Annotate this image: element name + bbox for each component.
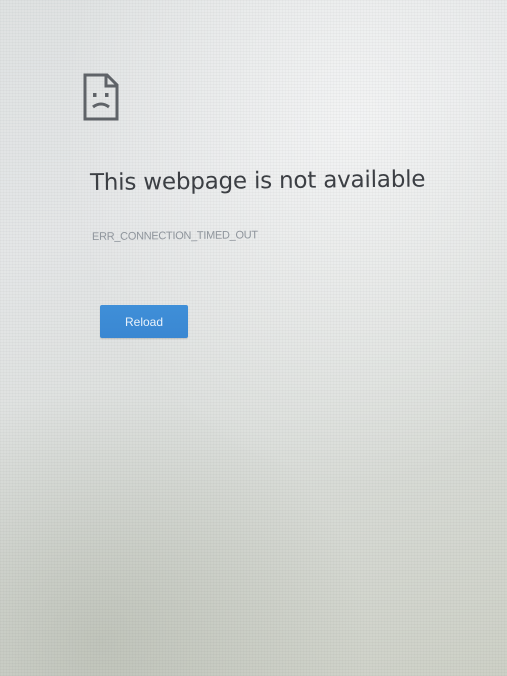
error-title: This webpage is not available bbox=[89, 166, 426, 196]
reload-button[interactable]: Reload bbox=[100, 305, 188, 338]
sad-page-icon bbox=[82, 72, 120, 122]
error-code: ERR_CONNECTION_TIMED_OUT bbox=[91, 229, 258, 243]
error-page: This webpage is not available ERR_CONNEC… bbox=[0, 0, 507, 676]
